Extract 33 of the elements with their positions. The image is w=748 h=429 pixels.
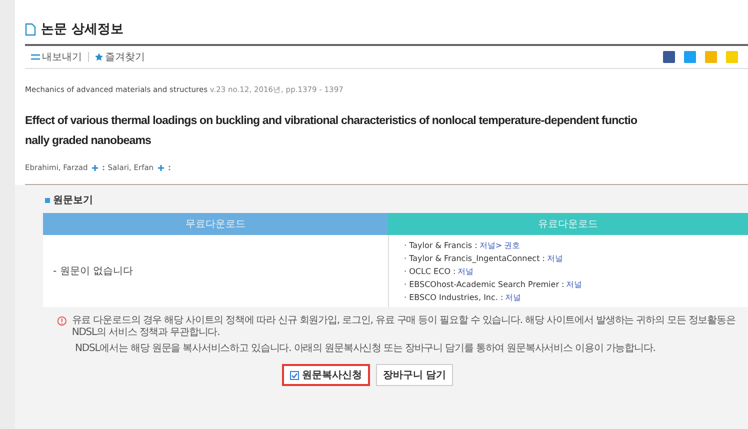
copy-request-button[interactable]: 원문복사신청	[282, 364, 370, 386]
cart-button[interactable]: 장바구니 담기	[376, 364, 454, 386]
provider-name: · EBSCO Industries, Inc. :	[404, 293, 504, 302]
section-title: 원문보기	[53, 194, 93, 207]
star-icon	[95, 53, 103, 61]
page-title: 논문 상세정보	[41, 21, 124, 38]
separator-icon	[102, 164, 105, 170]
notice-text: NDSL에서는 해당 원문을 복사서비스하고 있습니다. 아래의 원문복사신청 또는 장바구니 담기를 통하여 원문복사서비스 이용이 가능합니다.	[75, 343, 656, 355]
provider-name: · EBSCOhost-Academic Search Premier :	[404, 280, 564, 289]
provider-name: · Taylor & Francis :	[404, 241, 478, 250]
notice-text: 유료 다운로드의 경우 해당 사이트의 정책에 따라 신규 회원가입, 로그인, 유료 구매 등이 필요할 수 있습니다. 해당 사이트에서 발생하는 귀하의 모든 정보활동은 NDSL의 서비스 정책과 무관합니다.	[72, 315, 736, 339]
export-link[interactable]: 내보내기	[31, 50, 82, 64]
checkbox-icon	[290, 370, 299, 380]
separator-icon	[168, 164, 171, 170]
article-title: Effect of various thermal loadings on buckling and vibrational characteristics of nonlocal temperature-dependent functio nally graded nanobeams	[25, 114, 638, 149]
provider-name: · Taylor & Francis_IngentaConnect :	[404, 254, 545, 263]
provider-name: · OCLC ECO :	[404, 267, 456, 276]
plus-icon[interactable]	[90, 164, 99, 172]
no-fulltext-text: - 원문이 없습니다	[53, 265, 133, 278]
journal-link[interactable]: 저널	[505, 292, 522, 303]
journal-link[interactable]: 저널>	[479, 240, 502, 251]
warning-icon	[57, 315, 67, 327]
document-icon	[25, 22, 36, 36]
column-header: 무료다운로드	[43, 213, 388, 235]
favorite-link[interactable]: 즐겨찾기	[95, 50, 145, 64]
list-icon	[31, 54, 40, 60]
bullet-icon	[45, 198, 50, 202]
journal-link[interactable]: 저널	[458, 266, 474, 277]
journal-link[interactable]: 권호	[504, 240, 520, 251]
journal-link[interactable]: 저널	[546, 253, 563, 264]
plus-icon[interactable]	[156, 164, 165, 172]
journal-link[interactable]: 저널	[566, 279, 582, 290]
column-header: 유료다운로드	[388, 213, 748, 235]
